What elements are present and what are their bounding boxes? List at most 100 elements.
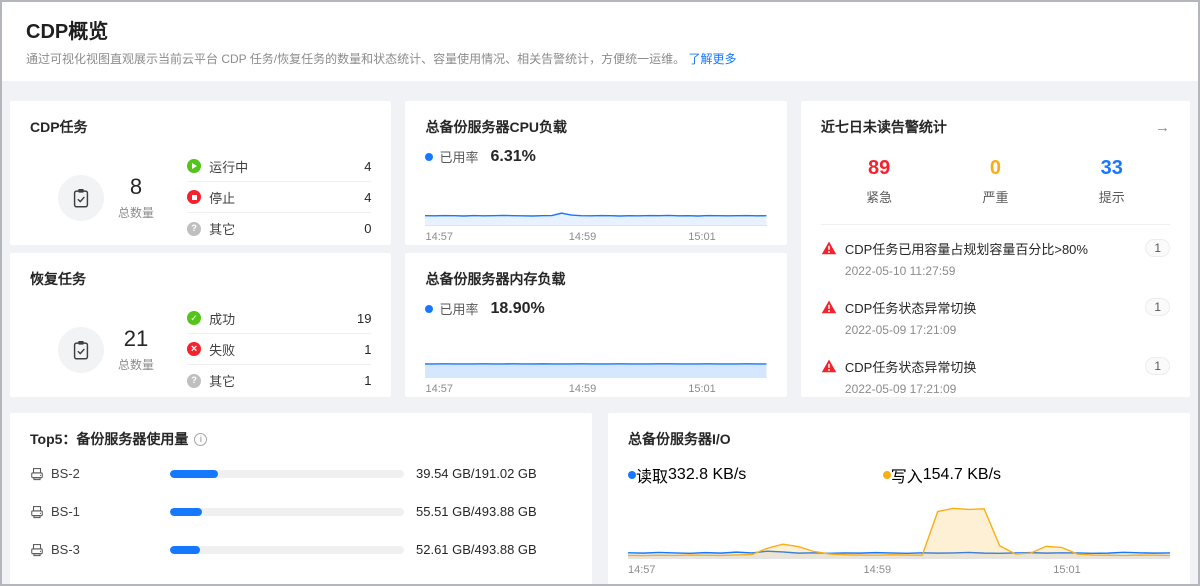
usage-bar-track: [170, 508, 404, 516]
stopped-status-icon: [187, 190, 201, 204]
io-axis-labels: 14:57 14:59 15:01: [628, 564, 1170, 579]
status-value: 1: [364, 342, 371, 357]
tick-label: 15:01: [1053, 564, 1081, 576]
alert-text: CDP任务已用容量占规划容量百分比>80%: [845, 239, 1137, 258]
failed-status-icon: ×: [187, 342, 201, 356]
warning-triangle-icon: [821, 299, 837, 315]
server-usage-text: 52.61 GB/493.88 GB: [416, 542, 572, 557]
status-value: 19: [357, 311, 371, 326]
success-status-icon: ✓: [187, 311, 201, 325]
recovery-total-label: 总数量: [118, 356, 154, 373]
alert-count-badge: 1: [1145, 298, 1170, 316]
alert-stats: 89 紧急 0 严重 33 提示: [821, 157, 1170, 225]
dashboard-content: CDP任务 8 总数量: [2, 81, 1198, 586]
server-name: BS-1: [51, 504, 80, 519]
io-legend: 读取 332.8 KB/s 写入 154.7 KB/s: [628, 463, 1170, 487]
server-icon: [30, 505, 44, 519]
status-value: 1: [364, 373, 371, 388]
status-row-success: ✓ 成功 19: [187, 303, 371, 334]
alert-item[interactable]: CDP任务状态异常切换 2022-05-09 17:21:09 1: [821, 288, 1170, 347]
io-card: 总备份服务器I/O 读取 332.8 KB/s 写入 154.7 KB/s: [608, 413, 1190, 586]
cpu-legend-label: 已用率: [439, 147, 478, 166]
status-value: 0: [364, 221, 371, 236]
io-write-label: 写入: [891, 463, 923, 487]
cpu-load-card: 总备份服务器CPU负载 已用率 6.31% 14:57 14:59 15:01: [405, 101, 786, 245]
other-status-icon: ?: [187, 222, 201, 236]
recovery-tasks-body: 21 总数量 ✓ 成功 19 × 失败 1: [30, 303, 371, 396]
task-clipboard-icon: [58, 327, 104, 373]
status-label: 其它: [209, 219, 235, 238]
memory-used-value: 18.90%: [490, 300, 544, 318]
tick-label: 14:57: [425, 383, 453, 395]
stat-critical: 89 紧急: [821, 157, 937, 206]
io-read-label: 读取: [636, 463, 668, 487]
memory-axis-labels: 14:57 14:59 15:01: [425, 383, 766, 397]
task-clipboard-icon: [58, 175, 104, 221]
cpu-load-chart: [425, 180, 766, 226]
status-row-running: 运行中 4: [187, 151, 371, 182]
page-subtitle: 通过可视化视图直观展示当前云平台 CDP 任务/恢复任务的数量和状态统计、容量使…: [26, 50, 1174, 67]
alert-text: CDP任务状态异常切换: [845, 357, 1137, 376]
status-row-stopped: 停止 4: [187, 182, 371, 213]
status-label: 成功: [209, 309, 235, 328]
cdp-overview-page: CDP概览 通过可视化视图直观展示当前云平台 CDP 任务/恢复任务的数量和状态…: [0, 0, 1200, 586]
server-icon: [30, 467, 44, 481]
used-rate-dot-icon: [425, 305, 433, 313]
alert-time: 2022-05-10 11:27:59: [845, 264, 1137, 278]
alert-count-badge: 1: [1145, 357, 1170, 375]
top-grid: CDP任务 8 总数量: [10, 101, 1190, 397]
usage-bar-track: [170, 546, 404, 554]
stat-value: 89: [821, 157, 937, 180]
io-read-legend: 读取 332.8 KB/s: [628, 463, 883, 487]
stat-label: 提示: [1054, 187, 1170, 206]
stat-label: 严重: [937, 187, 1053, 206]
usage-bar-fill: [170, 470, 218, 478]
tick-label: 14:59: [569, 231, 597, 243]
io-title: 总备份服务器I/O: [628, 429, 1170, 449]
server-usage-text: 39.54 GB/191.02 GB: [416, 466, 572, 481]
other-status-icon: ?: [187, 374, 201, 388]
status-row-other: ? 其它 1: [187, 365, 371, 396]
info-icon[interactable]: i: [194, 433, 207, 446]
tick-label: 15:01: [688, 383, 716, 395]
cpu-used-value: 6.31%: [490, 148, 535, 166]
arrow-right-icon[interactable]: →: [1155, 119, 1170, 136]
stat-value: 0: [937, 157, 1053, 180]
tick-label: 14:57: [628, 564, 656, 576]
warning-triangle-icon: [821, 240, 837, 256]
usage-bar-fill: [170, 546, 200, 554]
alert-text: CDP任务状态异常切换: [845, 298, 1137, 317]
warning-triangle-icon: [821, 358, 837, 374]
write-dot-icon: [883, 471, 891, 479]
cdp-total-count: 8: [118, 174, 154, 200]
status-label: 运行中: [209, 157, 248, 176]
stat-value: 33: [1054, 157, 1170, 180]
status-row-other: ? 其它 0: [187, 213, 371, 244]
server-name: BS-2: [51, 466, 80, 481]
tick-label: 14:59: [864, 564, 892, 576]
alert-time: 2022-05-09 17:21:09: [845, 382, 1137, 396]
server-usage-row: BS-1 55.51 GB/493.88 GB: [30, 497, 572, 526]
stat-info: 33 提示: [1054, 157, 1170, 206]
alert-list: CDP任务已用容量占规划容量百分比>80% 2022-05-10 11:27:5…: [821, 229, 1170, 397]
stat-severe: 0 严重: [937, 157, 1053, 206]
page-header: CDP概览 通过可视化视图直观展示当前云平台 CDP 任务/恢复任务的数量和状态…: [2, 2, 1198, 81]
io-chart: [628, 501, 1170, 559]
recovery-status-list: ✓ 成功 19 × 失败 1 ? 其它 1: [187, 303, 371, 396]
status-label: 停止: [209, 188, 235, 207]
alert-item[interactable]: CDP任务已用容量占规划容量百分比>80% 2022-05-10 11:27:5…: [821, 229, 1170, 288]
memory-load-chart: [425, 332, 766, 378]
alert-count-badge: 1: [1145, 239, 1170, 257]
top5-title: Top5：备份服务器使用量: [30, 429, 188, 449]
top5-usage-card: Top5：备份服务器使用量 i BS-2 39.54 GB/191.02 GB: [10, 413, 592, 586]
server-usage-row: BS-3 52.61 GB/493.88 GB: [30, 535, 572, 564]
usage-bar-track: [170, 470, 404, 478]
status-value: 4: [364, 159, 371, 174]
learn-more-link[interactable]: 了解更多: [688, 52, 736, 66]
tick-label: 14:59: [569, 383, 597, 395]
server-icon: [30, 543, 44, 557]
alert-time: 2022-05-09 17:21:09: [845, 323, 1137, 337]
recovery-total-count: 21: [118, 326, 154, 352]
alert-item[interactable]: CDP任务状态异常切换 2022-05-09 17:21:09 1: [821, 347, 1170, 397]
alerts-title: 近七日未读告警统计: [821, 117, 947, 137]
